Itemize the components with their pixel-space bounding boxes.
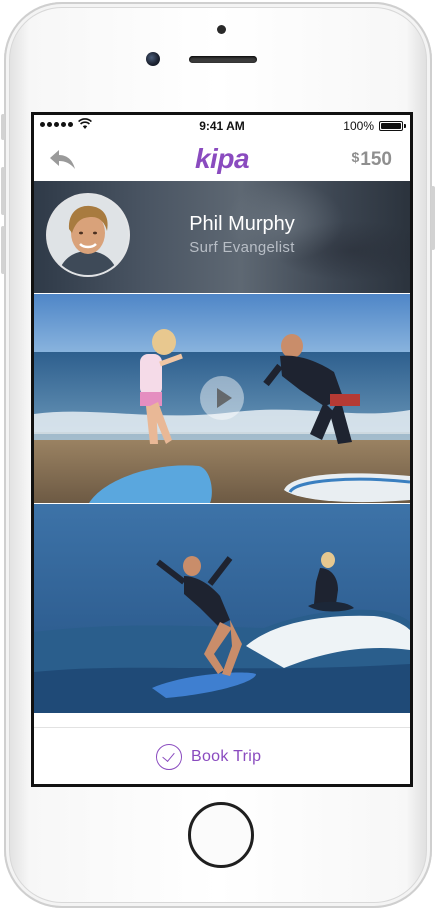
- proximity-sensor: [217, 25, 226, 34]
- book-trip-label: Book Trip: [191, 748, 262, 765]
- instructor-header: Phil Murphy Surf Evangelist: [34, 181, 410, 293]
- status-bar: 9:41 AM 100%: [34, 115, 410, 137]
- power-button: [431, 186, 435, 250]
- battery-icon: [379, 121, 406, 131]
- play-icon[interactable]: [200, 376, 244, 420]
- avatar[interactable]: [48, 195, 128, 275]
- mute-switch: [1, 114, 5, 140]
- app-screen: 9:41 AM 100% kipa $150 Phil Murphy Surf …: [31, 112, 413, 787]
- surfing-photo[interactable]: [34, 504, 410, 713]
- volume-up-button: [1, 167, 5, 215]
- front-camera-icon: [146, 52, 160, 66]
- check-circle-icon: [156, 744, 182, 770]
- price-currency: $: [351, 149, 360, 165]
- price-amount: 150: [360, 149, 392, 170]
- trip-price: $150: [352, 149, 393, 171]
- earpiece-speaker: [189, 56, 257, 63]
- instructor-name: Phil Murphy: [189, 213, 295, 235]
- volume-down-button: [1, 226, 5, 274]
- nav-bar: kipa $150: [34, 137, 410, 181]
- footer-bar: Book Trip: [34, 727, 410, 784]
- book-trip-button[interactable]: Book Trip: [156, 743, 261, 771]
- instructor-role: Surf Evangelist: [189, 239, 295, 256]
- video-thumbnail[interactable]: [34, 294, 410, 503]
- phone-frame: 9:41 AM 100% kipa $150 Phil Murphy Surf …: [1, 2, 435, 908]
- home-button[interactable]: [188, 802, 254, 868]
- battery-percent: 100%: [343, 119, 374, 133]
